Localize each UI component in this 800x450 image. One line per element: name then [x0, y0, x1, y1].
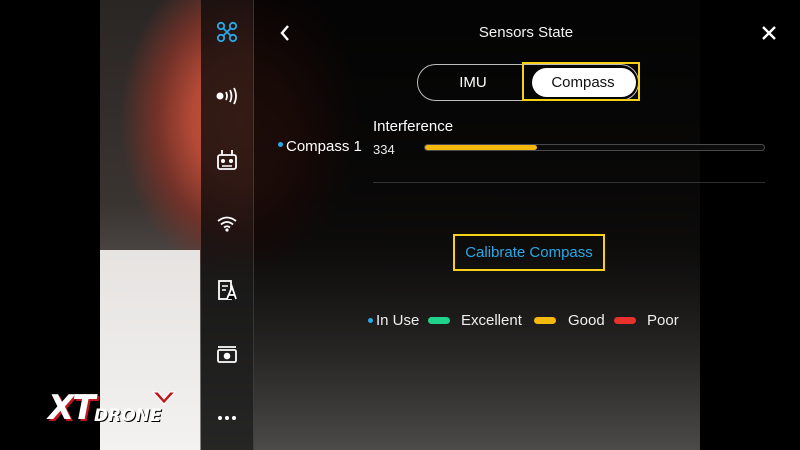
legend-good-swatch [534, 317, 556, 324]
left-letterbox [0, 0, 100, 450]
legend-in-use-dot [368, 318, 373, 323]
remote-controller-icon [217, 150, 237, 170]
in-use-indicator-dot [278, 142, 283, 147]
sidebar-item-remote[interactable] [201, 140, 253, 180]
section-divider [373, 182, 765, 183]
sidebar-item-transmission[interactable] [201, 76, 253, 116]
more-icon [218, 416, 236, 420]
xtdrone-logo: XT DRONE [48, 388, 178, 428]
sidebar-item-camera[interactable] [201, 334, 253, 374]
wifi-icon [217, 216, 237, 232]
close-icon [762, 26, 776, 40]
legend-poor-label: Poor [647, 312, 679, 329]
logo-xt-text: XT [48, 388, 95, 428]
right-letterbox [700, 0, 800, 450]
tab-imu[interactable]: IMU [418, 65, 528, 100]
tab-compass-highlight-box [522, 62, 640, 101]
interference-bar [424, 144, 765, 151]
page-title: Sensors State [478, 24, 574, 41]
legend-poor-swatch [614, 317, 636, 324]
legend-excellent-swatch [428, 317, 450, 324]
logo-drone-text: DRONE [94, 406, 162, 426]
sidebar-item-more[interactable] [201, 398, 253, 438]
legend-excellent-label: Excellent [461, 312, 522, 329]
settings-sidebar [201, 0, 254, 450]
tab-imu-label: IMU [459, 74, 487, 91]
camera-icon [217, 346, 237, 363]
sidebar-item-wifi[interactable] [201, 204, 253, 244]
sidebar-item-battery[interactable] [201, 270, 253, 310]
status-legend: In Use Excellent Good Poor [0, 312, 800, 332]
interference-label: Interference [373, 118, 454, 135]
legend-in-use-label: In Use [376, 312, 420, 329]
battery-icon [218, 280, 237, 300]
drone-icon [216, 21, 238, 43]
close-button[interactable] [752, 18, 786, 48]
calibrate-compass-button[interactable]: Calibrate Compass [453, 234, 605, 271]
interference-value: 334 [373, 142, 395, 157]
interference-bar-fill [425, 145, 537, 150]
signal-icon [216, 87, 237, 105]
legend-good-label: Good [568, 312, 605, 329]
logo-wings-icon [152, 391, 176, 405]
compass-sensor-name: Compass 1 [286, 138, 362, 155]
sidebar-item-aircraft[interactable] [201, 12, 253, 52]
